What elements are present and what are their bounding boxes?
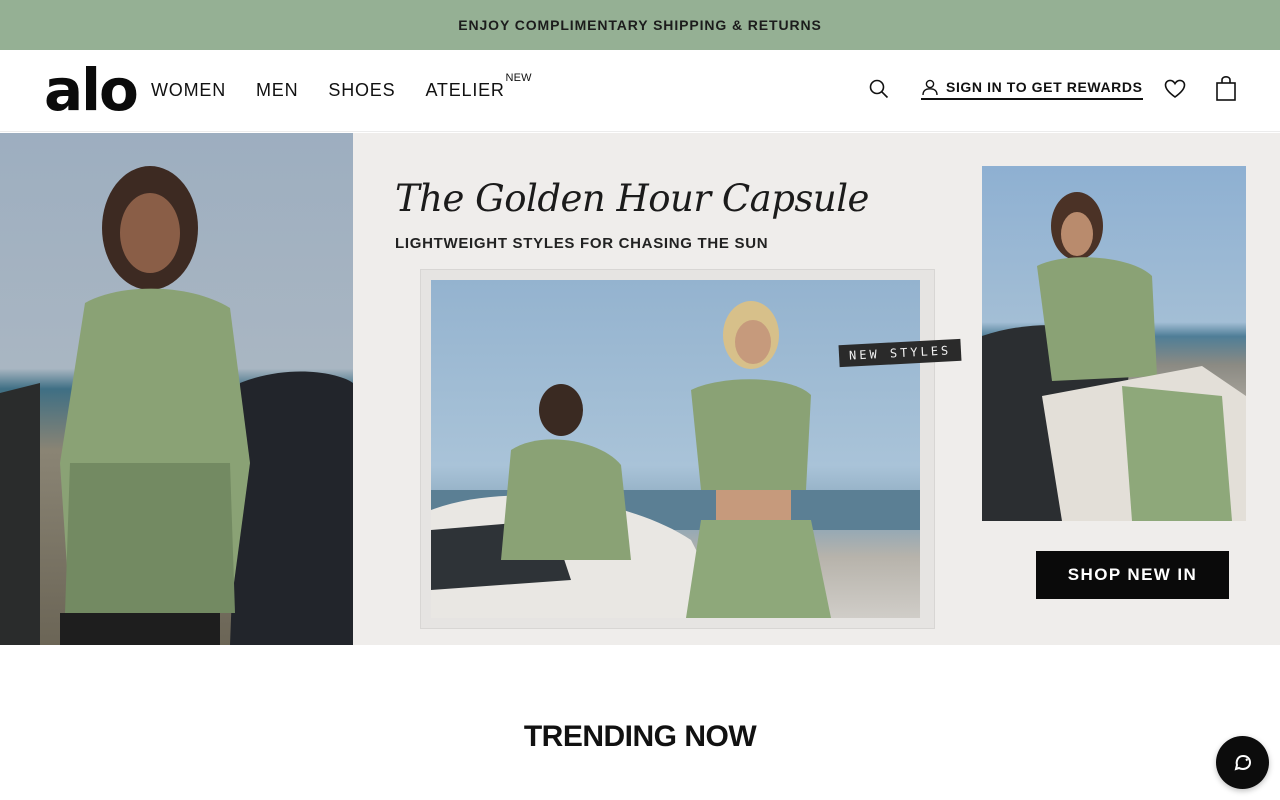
cart-button[interactable] <box>1214 75 1238 103</box>
hero-center-photo <box>421 270 934 628</box>
nav-item-label: SHOES <box>328 80 396 100</box>
nav-item-label: WOMEN <box>151 80 226 100</box>
hero-banner[interactable]: The Golden Hour Capsule LIGHTWEIGHT STYL… <box>0 133 1280 645</box>
search-icon <box>869 79 889 99</box>
hero-right-image <box>982 166 1246 521</box>
trending-heading: TRENDING NOW <box>523 720 757 753</box>
nav-item-shoes[interactable]: SHOES <box>328 80 395 101</box>
main-nav: WOMEN MEN SHOES ATELIER NEW <box>151 72 532 101</box>
hero-left-image <box>0 133 353 645</box>
bag-icon <box>1216 75 1236 101</box>
nav-item-label: MEN <box>256 80 299 100</box>
user-icon <box>922 79 938 96</box>
wishlist-button[interactable] <box>1163 77 1187 101</box>
chat-icon <box>1234 754 1251 771</box>
heart-icon <box>1164 79 1186 98</box>
sign-in-link[interactable]: SIGN IN TO GET REWARDS <box>921 78 1143 100</box>
hero-subtitle: LIGHTWEIGHT STYLES FOR CHASING THE SUN <box>395 235 769 252</box>
hero-title: The Golden Hour Capsule <box>395 177 869 220</box>
nav-item-men[interactable]: MEN <box>256 80 298 101</box>
shop-new-in-button[interactable]: SHOP NEW IN <box>1036 551 1229 599</box>
site-header: alo WOMEN MEN SHOES ATELIER NEW SIGN IN … <box>0 50 1280 132</box>
nav-item-atelier[interactable]: ATELIER NEW <box>425 72 531 101</box>
promo-bar: ENJOY COMPLIMENTARY SHIPPING & RETURNS <box>0 0 1280 50</box>
chat-button[interactable] <box>1216 736 1269 789</box>
promo-text: ENJOY COMPLIMENTARY SHIPPING & RETURNS <box>458 17 822 33</box>
nav-item-label: ATELIER <box>425 80 505 100</box>
sign-in-label: SIGN IN TO GET REWARDS <box>946 79 1143 95</box>
search-button[interactable] <box>868 78 890 100</box>
new-badge: NEW <box>505 72 532 84</box>
logo[interactable]: alo <box>44 61 139 119</box>
nav-item-women[interactable]: WOMEN <box>151 80 226 101</box>
